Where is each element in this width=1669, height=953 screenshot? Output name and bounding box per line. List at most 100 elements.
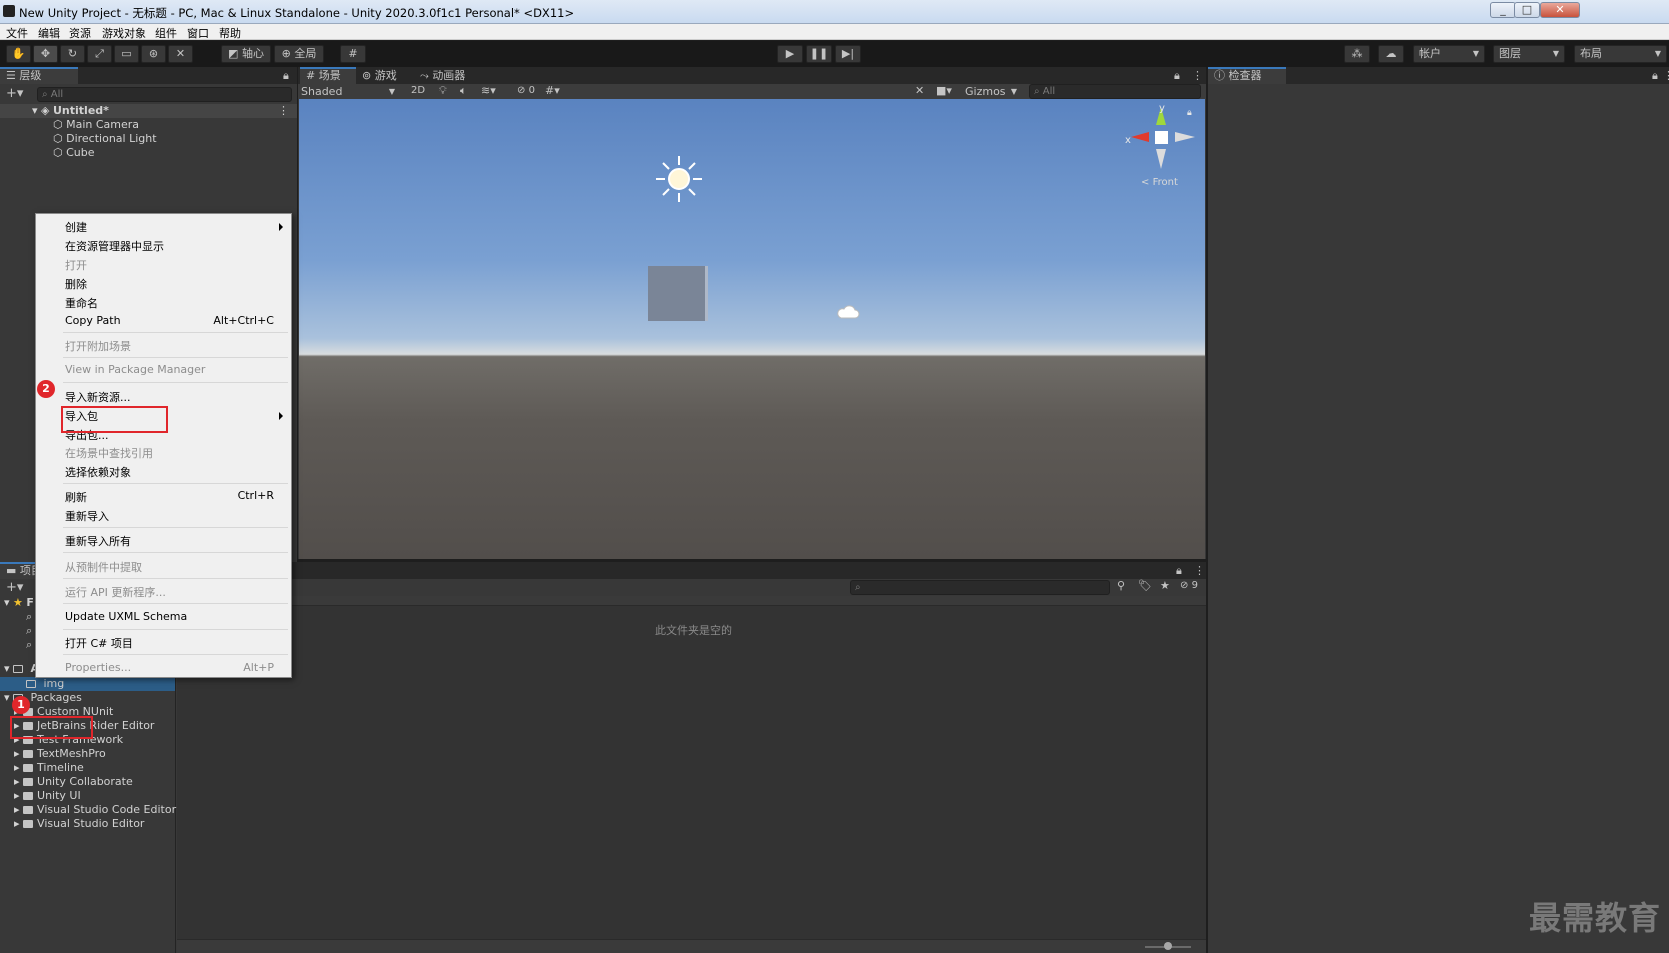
package-item[interactable]: ▸ Unity Collaborate [14,775,133,789]
lock-icon[interactable]: 🔒︎ [283,69,289,83]
hierarchy-search-input[interactable]: ⌕ All [37,87,292,102]
add-icon[interactable]: +▾ [6,580,23,595]
shading-mode-dropdown[interactable]: Shaded ▼ [301,84,397,99]
lightbulb-icon[interactable]: 💡︎ [439,84,447,98]
play-button[interactable]: ▶ [777,45,803,63]
gizmo-lock-icon[interactable]: 🔒︎ [1187,108,1192,118]
menu-window[interactable]: 窗口 [187,25,209,41]
add-icon[interactable]: +▾ [6,86,23,101]
search-icon[interactable]: ⌕ [26,638,32,652]
hierarchy-item-main-camera[interactable]: ⬡ Main Camera [53,118,139,132]
hidden-objects-toggle[interactable]: ⊘ 0 [517,85,535,96]
hidden-packages-toggle[interactable]: ⊘ 9 [1180,580,1198,591]
more-options-icon[interactable]: ⋮ [1192,69,1203,82]
cloud-icon[interactable]: ☁ [1378,45,1404,63]
tab-hierarchy[interactable]: ☰ 层级 [0,67,78,84]
more-options-icon[interactable]: ⋮ [1663,69,1669,82]
sun-light-icon[interactable] [654,154,704,204]
package-item[interactable]: ▸ Unity UI [14,789,81,803]
scene-root-item[interactable]: ▾ ◈ Untitled* ⋮ [0,104,297,118]
package-item[interactable]: ▸ Visual Studio Code Editor [14,803,176,817]
menu-item-select-dependencies[interactable]: 选择依赖对象 [65,464,131,480]
camera-icon[interactable]: ■▾ [936,84,952,97]
menu-item-extract-from-prefab[interactable]: 从预制件中提取 [65,559,142,575]
hand-tool-icon[interactable]: ✋ [6,45,31,63]
global-toggle-button[interactable]: ⊕ 全局 [274,45,324,63]
menu-assets[interactable]: 资源 [69,25,91,41]
search-icon[interactable]: ⌕ [26,624,32,638]
package-item[interactable]: ▸ Timeline [14,761,84,775]
maximize-button[interactable]: □ [1514,2,1540,18]
rect-tool-icon[interactable]: ▭ [114,45,139,63]
tab-animator[interactable]: ⤳ 动画器 [420,67,465,84]
menu-item-delete[interactable]: 删除 [65,276,87,292]
menu-item-open-additive-scene[interactable]: 打开附加场景 [65,338,131,354]
account-dropdown[interactable]: 帐户 ▼ [1413,45,1485,63]
rotate-tool-icon[interactable]: ↻ [60,45,85,63]
menu-help[interactable]: 帮助 [219,25,241,41]
cube-object[interactable] [648,266,705,321]
tab-scene[interactable]: # 场景 [300,67,356,84]
gizmos-dropdown[interactable]: Gizmos ▼ [965,84,1019,99]
hierarchy-item-cube[interactable]: ⬡ Cube [53,146,95,160]
menu-item-update-uxml-schema[interactable]: Update UXML Schema [65,610,187,623]
grid-snap-icon[interactable]: # [340,45,366,63]
move-tool-icon[interactable]: ✥ [33,45,58,63]
close-button[interactable]: ✕ [1540,2,1580,18]
filter-by-label-icon[interactable]: 🏷︎ [1138,579,1152,592]
hierarchy-item-directional-light[interactable]: ⬡ Directional Light [53,132,157,146]
transform-tool-icon[interactable]: ⊛ [141,45,166,63]
lock-icon[interactable]: 🔒︎ [1176,564,1182,578]
package-item[interactable]: ▸ Visual Studio Editor [14,817,144,831]
favorite-star-icon[interactable]: ★ [1160,579,1170,592]
scale-tool-icon[interactable]: ⤢ [87,45,112,63]
search-icon[interactable]: ⌕ [26,610,32,624]
menu-item-open-csharp-project[interactable]: 打开 C# 项目 [65,635,133,651]
step-button[interactable]: ▶| [835,45,861,63]
slider-thumb[interactable] [1164,942,1172,950]
scene-search-input[interactable]: ⌕ All [1029,84,1201,99]
effects-icon[interactable]: ≋▾ [481,84,496,97]
menu-item-reimport-all[interactable]: 重新导入所有 [65,533,131,549]
menu-edit[interactable]: 编辑 [38,25,60,41]
menu-gameobject[interactable]: 游戏对象 [102,25,146,41]
menu-item-copy-path[interactable]: Copy Path [65,314,121,327]
menu-component[interactable]: 组件 [155,25,177,41]
tab-game[interactable]: ⊚ 游戏 [362,67,397,84]
menu-item-find-references[interactable]: 在场景中查找引用 [65,445,153,461]
lock-icon[interactable]: 🔒︎ [1174,69,1180,83]
menu-item-reimport[interactable]: 重新导入 [65,508,109,524]
layout-dropdown[interactable]: 布局 ▼ [1574,45,1667,63]
more-options-icon[interactable]: ⋮ [1194,564,1205,577]
menu-item-view-in-package-manager[interactable]: View in Package Manager [65,363,205,376]
project-search-input[interactable]: ⌕ [850,580,1110,595]
favorites-item[interactable]: ▾ ★ F [4,596,34,610]
menu-item-properties[interactable]: Properties... [65,661,131,674]
audio-icon[interactable]: 🔈︎ [460,84,467,98]
tools-icon[interactable]: ✕ [915,84,924,97]
folder-item-img[interactable]: img [0,677,175,691]
collab-icon[interactable]: ⁂ [1344,45,1370,63]
scene-menu-icon[interactable]: ⋮ [278,104,289,118]
project-content-area[interactable]: 此文件夹是空的 [177,596,1206,953]
menu-item-refresh[interactable]: 刷新 [65,489,87,505]
package-item[interactable]: ▸ TextMeshPro [14,747,106,761]
tab-inspector[interactable]: ⓘ 检查器 [1208,67,1286,84]
mode-2d-toggle[interactable]: 2D [411,85,425,96]
lock-icon[interactable]: 🔒︎ [1652,69,1658,83]
custom-tool-icon[interactable]: ✕ [168,45,193,63]
menu-item-show-in-explorer[interactable]: 在资源管理器中显示 [65,238,164,254]
pause-button[interactable]: ❚❚ [806,45,832,63]
assets-item[interactable]: ▾ A [4,662,39,676]
grid-toggle-icon[interactable]: #▾ [545,84,560,97]
filter-by-type-icon[interactable]: ⚲ [1117,579,1125,592]
camera-cloud-icon[interactable] [836,304,860,320]
layers-dropdown[interactable]: 图层 ▼ [1493,45,1565,63]
minimize-button[interactable]: _ [1490,2,1516,18]
menu-file[interactable]: 文件 [6,25,28,41]
menu-item-import-new-asset[interactable]: 导入新资源... [65,389,131,405]
menu-item-rename[interactable]: 重命名 [65,295,98,311]
menu-item-open[interactable]: 打开 [65,257,87,273]
menu-item-create[interactable]: 创建 [65,219,87,235]
scene-viewport[interactable]: y x 🔒︎ < Front [299,99,1205,559]
